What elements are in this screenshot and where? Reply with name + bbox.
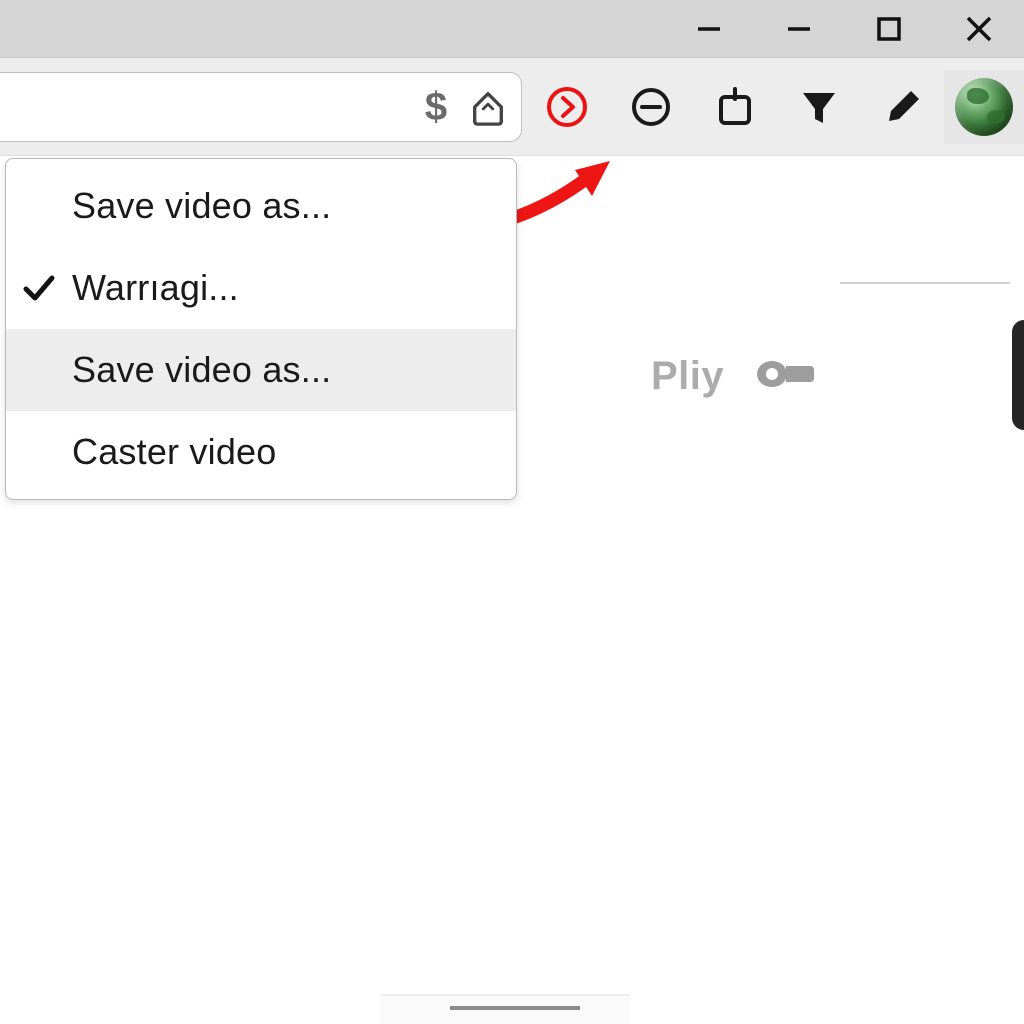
camera-icon — [756, 354, 816, 399]
check-icon — [22, 271, 56, 305]
menu-item-label: Save video as... — [72, 349, 331, 391]
maximize-button[interactable] — [844, 0, 934, 58]
close-button[interactable] — [934, 0, 1024, 58]
close-icon — [964, 14, 994, 44]
menu-item-save-video-as-1[interactable]: Save video as... — [6, 165, 516, 247]
side-handle[interactable] — [1012, 320, 1024, 430]
minimize-button[interactable] — [664, 0, 754, 58]
address-bar[interactable]: $ — [0, 72, 522, 142]
funnel-icon[interactable] — [797, 85, 841, 129]
divider-line — [840, 282, 1010, 284]
extension-icons — [545, 58, 925, 156]
page-content: Save video as... Warrıagi... Save video … — [0, 156, 1024, 1024]
menu-item-label: Caster video — [72, 431, 277, 473]
dollar-icon[interactable]: $ — [417, 88, 455, 126]
restore-icon — [785, 15, 813, 43]
play-label: Pliy — [651, 354, 724, 399]
browser-toolbar: $ — [0, 58, 1024, 156]
globe-icon — [955, 78, 1013, 136]
menu-item-label: Save video as... — [72, 185, 331, 227]
menu-item-save-video-as-2[interactable]: Save video as... — [6, 329, 516, 411]
menu-item-caster-video[interactable]: Caster video — [6, 411, 516, 493]
maximize-icon — [875, 15, 903, 43]
minimize-icon — [695, 15, 723, 43]
box-up-icon[interactable] — [713, 85, 757, 129]
restore-button[interactable] — [754, 0, 844, 58]
menu-item-warriagi[interactable]: Warrıagi... — [6, 247, 516, 329]
profile-button[interactable] — [944, 70, 1024, 144]
play-circled-icon[interactable] — [545, 85, 589, 129]
timer-icon[interactable] — [629, 85, 673, 129]
context-menu: Save video as... Warrıagi... Save video … — [5, 158, 517, 500]
window-titlebar — [0, 0, 1024, 58]
menu-item-label: Warrıagi... — [72, 267, 239, 309]
highlighter-icon[interactable] — [881, 85, 925, 129]
svg-text:$: $ — [425, 86, 447, 128]
bottom-handle — [450, 1006, 580, 1010]
home-icon[interactable] — [469, 88, 507, 126]
